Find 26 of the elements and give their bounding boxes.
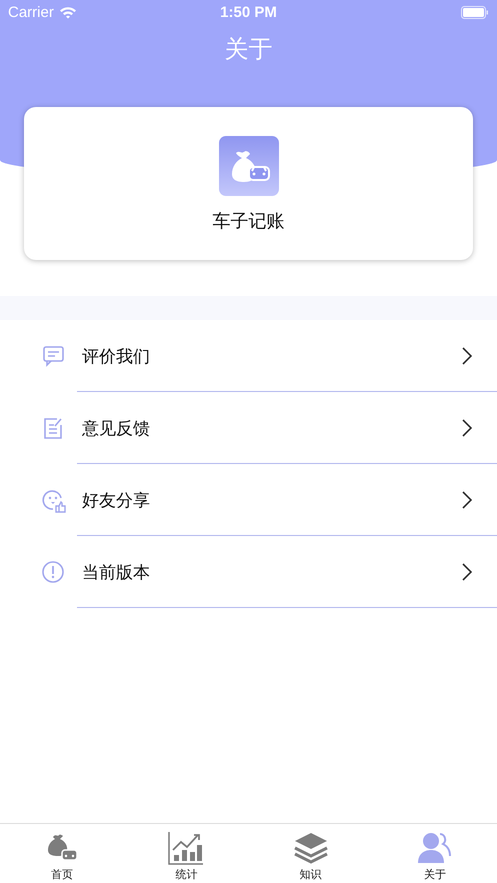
- chevron-right-icon: [461, 346, 473, 366]
- tab-item[interactable]: 首页: [0, 824, 124, 883]
- chevron-right-icon: [461, 562, 473, 582]
- app-logo-icon: [218, 136, 278, 196]
- comment-icon: [41, 344, 66, 368]
- carrier-label: Carrier: [8, 4, 54, 21]
- face-thumb-icon: [41, 488, 66, 512]
- menu-label: 意见反馈: [82, 418, 151, 440]
- menu-label: 评价我们: [82, 346, 151, 368]
- tab-item[interactable]: 关于: [372, 824, 497, 883]
- chevron-right-icon: [461, 418, 473, 438]
- menu-label: 当前版本: [82, 562, 151, 584]
- menu-label: 好友分享: [82, 490, 151, 512]
- app-name: 车子记账: [212, 210, 284, 233]
- page-title: 关于: [224, 34, 274, 65]
- menu-item[interactable]: 评价我们: [0, 320, 497, 392]
- wifi-icon: [58, 6, 77, 19]
- menu-item[interactable]: 当前版本: [0, 536, 497, 608]
- chevron-right-icon: [461, 490, 473, 510]
- menu-item[interactable]: 意见反馈: [0, 392, 497, 464]
- battery-icon: [460, 6, 489, 19]
- exclamation-icon: [41, 560, 66, 584]
- tab-item[interactable]: 知识: [248, 824, 373, 883]
- clock-time: 1:50 PM: [220, 4, 277, 21]
- menu-item[interactable]: 好友分享: [0, 464, 497, 536]
- tab-item[interactable]: 统计: [124, 824, 248, 883]
